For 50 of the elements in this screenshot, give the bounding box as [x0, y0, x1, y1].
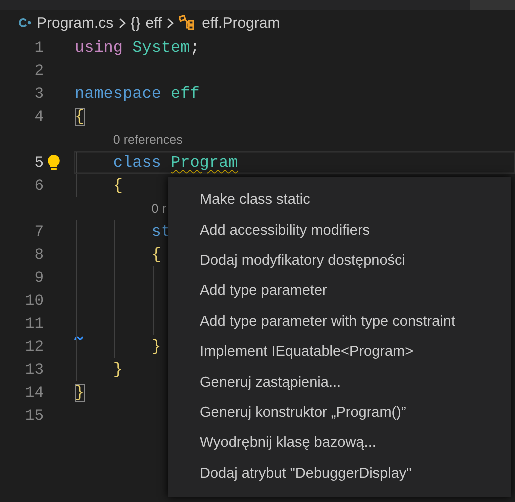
line-number: 13: [24, 360, 44, 378]
bracket: }: [113, 360, 123, 378]
menu-item[interactable]: Add accessibility modifiers: [168, 215, 511, 246]
namespace-icon: {}: [130, 14, 141, 32]
code-token: st: [152, 222, 171, 240]
line-number: 12: [24, 338, 44, 356]
code-token: eff: [171, 84, 200, 102]
line-number: 2: [34, 62, 44, 80]
code-token: ;: [190, 38, 200, 56]
chevron-icon: [167, 18, 174, 28]
line-number: 15: [24, 406, 44, 424]
line-number: 6: [34, 176, 44, 194]
class-icon: [179, 15, 198, 31]
menu-item[interactable]: Implement IEquatable<Program>: [168, 336, 511, 368]
bracket: {: [75, 108, 85, 126]
code-token: using: [75, 38, 124, 56]
menu-item[interactable]: Dodaj atrybut "DebuggerDisplay": [168, 458, 511, 489]
code-token: class: [113, 154, 162, 172]
menu-item[interactable]: Make class static: [168, 185, 511, 216]
line-number: 10: [24, 292, 44, 310]
menu-item[interactable]: Wyodrębnij klasę bazową...: [168, 428, 511, 459]
codelens-link[interactable]: 0 references: [113, 132, 183, 146]
line-number: 3: [34, 84, 44, 102]
line-number: 7: [34, 222, 44, 240]
menu-item[interactable]: Generuj konstruktor „Program()”: [168, 398, 511, 428]
breadcrumb-item[interactable]: eff.Program: [202, 14, 280, 32]
code-token: namespace: [75, 84, 162, 102]
codelens-link[interactable]: 0 r: [152, 202, 166, 216]
code-token: Program: [171, 154, 238, 172]
line-number: 14: [24, 384, 44, 402]
csharp-file-icon: [18, 17, 32, 29]
menu-item[interactable]: Dodaj modyfikatory dostępności: [168, 246, 511, 276]
menu-item[interactable]: Add type parameter with type constraint: [168, 306, 511, 337]
menu-item[interactable]: Add type parameter: [168, 276, 511, 307]
bracket: {: [113, 176, 123, 194]
code-token: System: [132, 38, 190, 56]
bracket: {: [152, 246, 162, 264]
bracket: }: [152, 338, 162, 356]
menu-item[interactable]: Generuj zastąpienia...: [168, 367, 511, 398]
breadcrumb-item[interactable]: eff: [146, 14, 162, 32]
chevron-icon: [118, 18, 126, 28]
line-number: 11: [24, 314, 44, 332]
line-number: 8: [34, 246, 44, 264]
line-number: 9: [34, 268, 44, 286]
bracket: }: [75, 384, 85, 402]
breadcrumb-item[interactable]: Program.cs: [37, 14, 114, 32]
lightbulb-icon[interactable]: [47, 154, 61, 171]
line-number: 1: [34, 38, 44, 56]
line-number: 5: [34, 154, 44, 172]
line-number: 4: [34, 108, 44, 126]
